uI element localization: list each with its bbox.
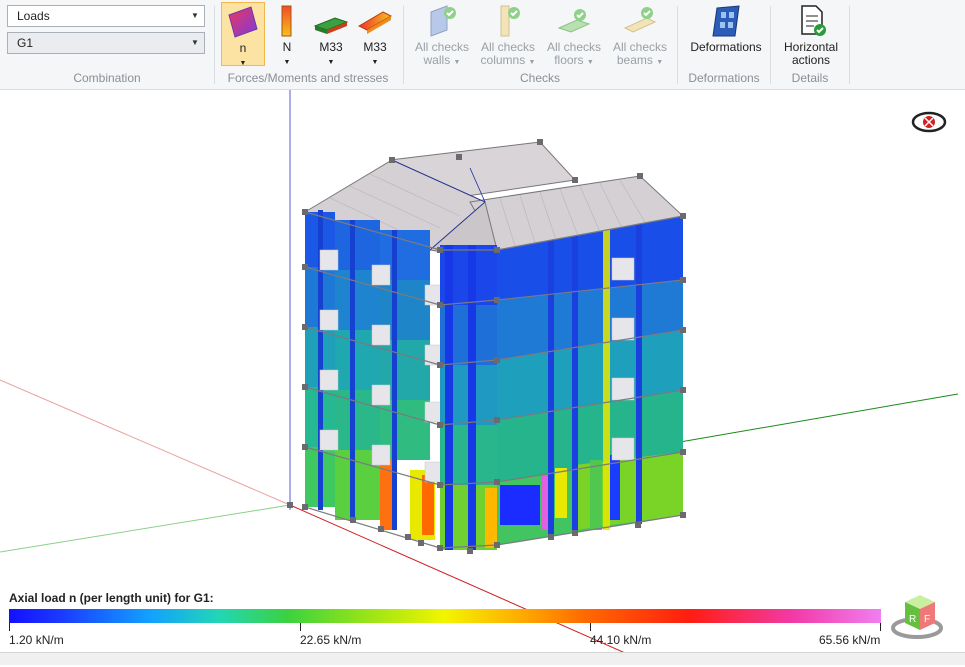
forces-group: n ▼ N ▼ M33 ▼ M33 ▼ Forces/Moments and s…	[215, 0, 401, 89]
legend-tick	[300, 623, 301, 631]
moment-m33-beam-button[interactable]: M33 ▼	[311, 2, 351, 66]
dropdown-arrow-icon: ▼	[656, 59, 664, 66]
details-group-label: Details	[791, 71, 829, 85]
legend-tick	[880, 623, 881, 631]
svg-text:F: F	[924, 614, 930, 625]
deformations-button-label: Deformations	[690, 40, 762, 54]
ribbon-toolbar: Loads ▼ G1 ▼ Combination n ▼ N ▼ M33 ▼ M…	[0, 0, 965, 90]
load-combination-select[interactable]: Loads ▼	[7, 5, 205, 27]
group-divider	[849, 6, 850, 84]
color-scale-bar	[9, 609, 881, 623]
deformations-group: Deformations Deformations	[678, 0, 770, 89]
deformations-group-label: Deformations	[688, 71, 760, 85]
legend-tick-label: 1.20 kN/m	[9, 633, 64, 647]
combination-group-label: Combination	[73, 71, 141, 85]
floors-line2: floors	[554, 53, 584, 67]
corner-facade	[440, 245, 497, 550]
deformations-button[interactable]: Deformations	[686, 2, 766, 66]
dropdown-arrow-icon: ▼	[586, 59, 594, 66]
y-axis-negative	[0, 504, 291, 553]
beam-moment-icon	[313, 17, 349, 34]
walls-line2: walls	[423, 53, 451, 67]
chevron-down-icon: ▼	[191, 11, 199, 20]
legend-title: Axial load n (per length unit) for G1:	[9, 591, 214, 605]
details-group: Horizontal actions Details	[771, 0, 849, 89]
deformed-building-icon	[712, 5, 740, 37]
n-force-label: N	[282, 40, 292, 54]
dropdown-arrow-icon: ▼	[528, 59, 536, 66]
dropdown-arrow-icon: ▼	[239, 60, 247, 67]
horizontal-actions-button[interactable]: Horizontal actions	[775, 2, 847, 67]
3d-viewport[interactable]: R F	[0, 90, 965, 665]
force-n-button[interactable]: N ▼	[275, 2, 299, 66]
dropdown-arrow-icon: ▼	[327, 59, 335, 66]
check-columns-button[interactable]: All checks columns ▼	[478, 2, 538, 67]
axial-load-n-button[interactable]: n ▼	[221, 2, 265, 67]
navigation-cube-icon[interactable]: R F	[891, 595, 943, 639]
floors-check-icon	[557, 9, 591, 33]
chevron-down-icon: ▼	[191, 38, 199, 47]
document-check-icon	[801, 5, 826, 36]
checks-group: All checks walls ▼ All checks columns ▼ Al…	[404, 0, 676, 89]
x-axis-negative	[0, 379, 291, 506]
load-combination-value: Loads	[17, 9, 50, 23]
check-walls-button[interactable]: All checks walls ▼	[412, 2, 472, 67]
columns-line1: All checks	[480, 40, 536, 54]
floors-line1: All checks	[546, 40, 602, 54]
svg-text:R: R	[909, 614, 916, 625]
right-wing-facade	[497, 216, 683, 545]
walls-check-icon	[430, 5, 456, 37]
m33-shell-label: M33	[363, 40, 387, 54]
dropdown-arrow-icon: ▼	[371, 59, 379, 66]
legend-tick	[9, 623, 10, 631]
beams-check-icon	[623, 7, 657, 33]
check-floors-button[interactable]: All checks floors ▼	[544, 2, 604, 67]
forces-group-label: Forces/Moments and stresses	[227, 71, 389, 85]
load-case-select[interactable]: G1 ▼	[7, 32, 205, 54]
beams-line2: beams	[616, 53, 653, 67]
building-model[interactable]: R F	[0, 90, 965, 665]
check-beams-button[interactable]: All checks beams ▼	[610, 2, 670, 67]
combination-group: Loads ▼ G1 ▼ Combination	[0, 0, 214, 89]
legend-tick-label: 44.10 kN/m	[590, 633, 652, 647]
dropdown-arrow-icon: ▼	[453, 59, 461, 66]
moment-m33-shell-button[interactable]: M33 ▼	[355, 2, 395, 66]
column-force-icon	[281, 5, 292, 37]
columns-line2: columns	[480, 53, 526, 67]
legend-tick-label: 65.56 kN/m	[819, 633, 881, 647]
walls-line1: All checks	[414, 40, 470, 54]
status-strip	[0, 652, 965, 665]
horizontal-actions-line2: actions	[791, 53, 831, 67]
legend-tick	[590, 623, 591, 631]
shell-moment-icon	[357, 11, 393, 34]
m33-beam-label: M33	[319, 40, 343, 54]
beams-line1: All checks	[612, 40, 668, 54]
y-axis	[679, 393, 959, 443]
checks-group-label: Checks	[519, 71, 560, 85]
horizontal-actions-line1: Horizontal	[783, 40, 839, 54]
hide-elements-eye-icon[interactable]	[911, 111, 947, 133]
load-case-value: G1	[17, 36, 34, 50]
columns-check-icon	[500, 5, 520, 37]
stress-shell-icon	[228, 6, 258, 38]
n-button-label: n	[239, 41, 247, 55]
legend-tick-label: 22.65 kN/m	[300, 633, 362, 647]
dropdown-arrow-icon: ▼	[283, 59, 291, 66]
